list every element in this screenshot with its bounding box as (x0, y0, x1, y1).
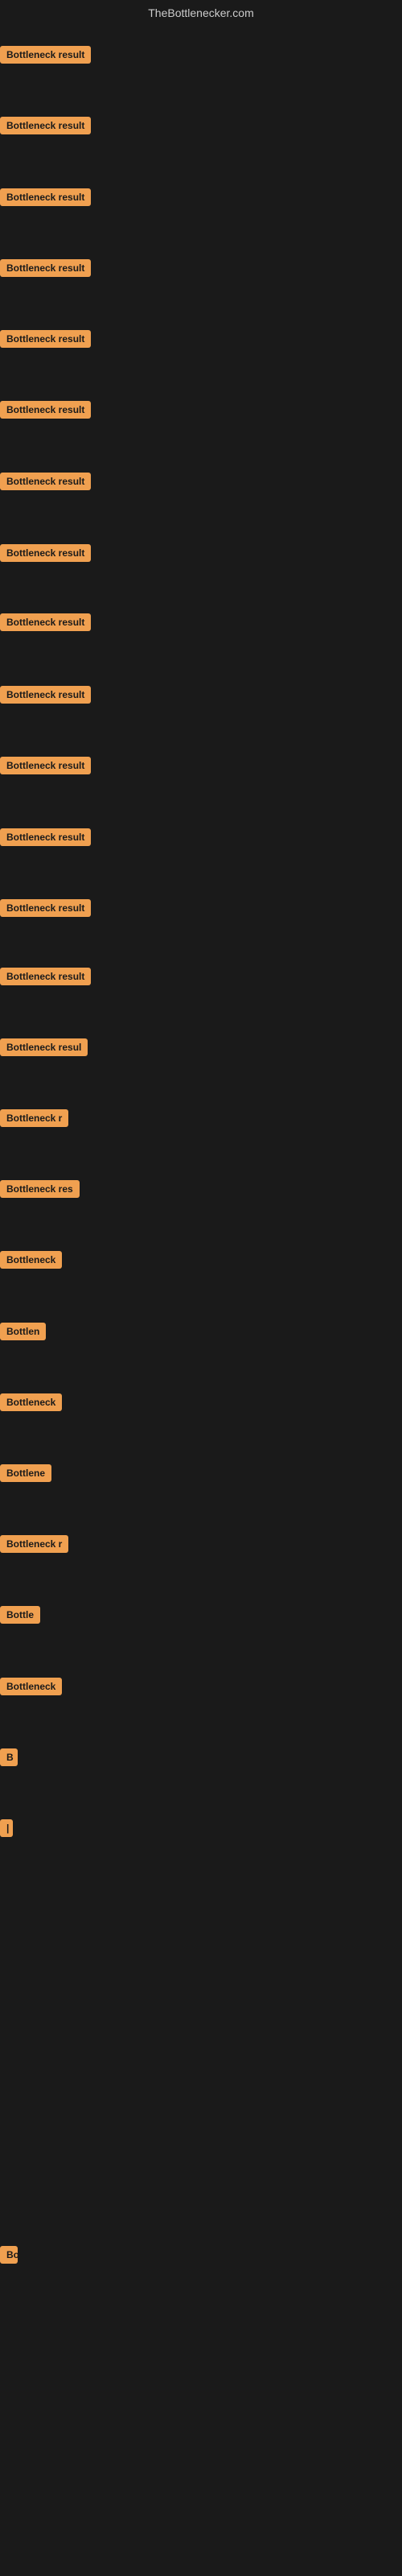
bottleneck-result-badge[interactable]: Bottle (0, 1606, 40, 1624)
bottleneck-result-badge[interactable]: Bottleneck result (0, 330, 91, 348)
bottleneck-result-badge[interactable]: Bottlene (0, 1464, 51, 1482)
bottleneck-result-row: Bottleneck result (0, 613, 91, 635)
bottleneck-result-row: Bottleneck result (0, 828, 91, 850)
bottleneck-result-row: Bottleneck r (0, 1535, 68, 1557)
bottleneck-result-row: Bo (0, 2246, 18, 2268)
bottleneck-result-badge[interactable]: Bottleneck (0, 1393, 62, 1411)
bottleneck-result-badge[interactable]: B (0, 1748, 18, 1766)
bottleneck-result-row: | (0, 1819, 13, 1841)
bottleneck-result-row: Bottleneck result (0, 259, 91, 281)
bottleneck-result-row: Bottleneck result (0, 899, 91, 921)
bottleneck-result-row: Bottleneck res (0, 1180, 80, 1202)
bottleneck-result-badge[interactable]: Bottleneck (0, 1678, 62, 1695)
bottleneck-result-row: Bottleneck result (0, 401, 91, 423)
bottleneck-result-row: Bottleneck result (0, 686, 91, 708)
bottleneck-result-row: Bottleneck result (0, 473, 91, 494)
bottleneck-result-badge[interactable]: Bottleneck r (0, 1109, 68, 1127)
bottleneck-result-badge[interactable]: Bottleneck r (0, 1535, 68, 1553)
bottleneck-result-badge[interactable]: Bottleneck resul (0, 1038, 88, 1056)
bottleneck-result-badge[interactable]: Bottlen (0, 1323, 46, 1340)
bottleneck-result-badge[interactable]: Bottleneck result (0, 117, 91, 134)
bottleneck-result-badge[interactable]: Bottleneck result (0, 757, 91, 774)
bottleneck-result-row: Bottlen (0, 1323, 46, 1344)
bottleneck-result-badge[interactable]: Bottleneck result (0, 401, 91, 419)
bottleneck-result-row: B (0, 1748, 18, 1770)
bottleneck-result-row: Bottleneck (0, 1678, 62, 1699)
bottleneck-result-row: Bottleneck (0, 1251, 62, 1273)
bottleneck-result-row: Bottlene (0, 1464, 51, 1486)
bottleneck-result-badge[interactable]: Bo (0, 2246, 18, 2264)
bottleneck-result-row: Bottleneck result (0, 330, 91, 352)
bottleneck-result-badge[interactable]: Bottleneck result (0, 828, 91, 846)
bottleneck-result-badge[interactable]: Bottleneck result (0, 686, 91, 704)
bottleneck-result-row: Bottleneck result (0, 117, 91, 138)
bottleneck-result-badge[interactable]: Bottleneck res (0, 1180, 80, 1198)
bottleneck-result-row: Bottleneck result (0, 46, 91, 68)
bottleneck-result-row: Bottleneck result (0, 188, 91, 210)
bottleneck-result-row: Bottleneck (0, 1393, 62, 1415)
bottleneck-result-row: Bottleneck resul (0, 1038, 88, 1060)
bottleneck-result-badge[interactable]: Bottleneck result (0, 188, 91, 206)
bottleneck-result-badge[interactable]: Bottleneck result (0, 473, 91, 490)
bottleneck-result-badge[interactable]: Bottleneck (0, 1251, 62, 1269)
bottleneck-result-row: Bottleneck r (0, 1109, 68, 1131)
bottleneck-result-badge[interactable]: Bottleneck result (0, 899, 91, 917)
bottleneck-result-badge[interactable]: Bottleneck result (0, 259, 91, 277)
bottleneck-result-badge[interactable]: Bottleneck result (0, 544, 91, 562)
bottleneck-result-row: Bottleneck result (0, 757, 91, 778)
bottleneck-result-badge[interactable]: | (0, 1819, 13, 1837)
bottleneck-result-row: Bottleneck result (0, 968, 91, 989)
bottleneck-result-row: Bottle (0, 1606, 40, 1628)
bottleneck-result-badge[interactable]: Bottleneck result (0, 46, 91, 64)
site-title: TheBottlenecker.com (0, 0, 402, 26)
bottleneck-result-badge[interactable]: Bottleneck result (0, 613, 91, 631)
bottleneck-result-row: Bottleneck result (0, 544, 91, 566)
bottleneck-result-badge[interactable]: Bottleneck result (0, 968, 91, 985)
page-wrapper: TheBottlenecker.com Bottleneck result Bot… (0, 0, 402, 2576)
